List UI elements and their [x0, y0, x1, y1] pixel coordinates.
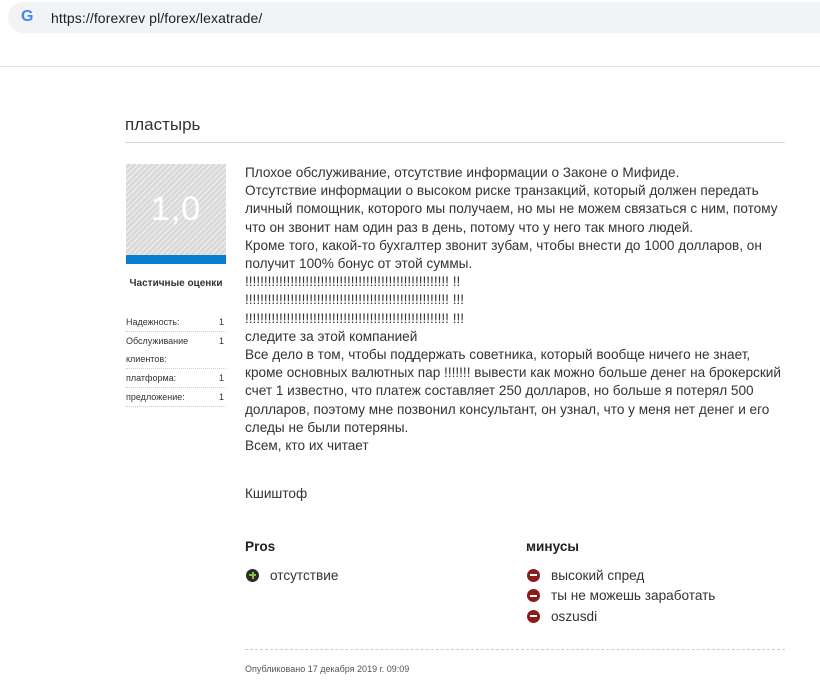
partial-scores-title: Частичные оценки: [129, 278, 223, 289]
score-label: Надежность:: [126, 317, 180, 327]
score-value: 1: [218, 373, 224, 383]
review-paragraph: !!!!!!!!!!!!!!!!!!!!!!!!!!!!!!!!!!!!!!!!…: [245, 292, 465, 308]
score-label: платформа:: [126, 373, 177, 383]
minus-circle-icon: [527, 609, 540, 623]
cons-item: ты не можешь заработать: [527, 586, 715, 607]
score-row: платформа: 1: [126, 369, 226, 388]
address-bar[interactable]: G https://forexrev pl/forex/lexatrade/: [8, 2, 820, 33]
google-g-icon: G: [21, 8, 34, 25]
header-divider: [0, 66, 820, 67]
pros-heading: Pros: [245, 539, 276, 554]
cons-item-label: oszusdi: [551, 608, 598, 624]
score-value: 1: [218, 336, 224, 346]
title-divider: [125, 142, 785, 143]
pros-item-label: отсутствие: [270, 567, 339, 583]
minus-circle-icon: [527, 589, 540, 603]
url-text[interactable]: https://forexrev pl/forex/lexatrade/: [51, 10, 262, 26]
score-value: 1: [218, 392, 224, 402]
review-paragraph: Плохое обслуживание, отсутствие информац…: [245, 165, 680, 180]
pros-list: отсутствие: [246, 565, 338, 586]
partial-scores-list: Надежность: 1 Обслуживание клиентов: 1 п…: [126, 313, 226, 407]
minus-circle-icon: [527, 568, 540, 582]
review-paragraph: следите за этой компанией: [245, 328, 418, 344]
review-paragraph: Отсутствие информации о высоком риске тр…: [245, 183, 778, 235]
score-label: Обслуживание клиентов:: [126, 336, 189, 364]
review-paragraph: Кроме того, какой-то бухгалтер звонит зу…: [245, 237, 762, 272]
cons-item: oszusdi: [527, 606, 715, 627]
cons-list: высокий спред ты не можешь заработать os…: [527, 565, 715, 627]
review-paragraph: !!!!!!!!!!!!!!!!!!!!!!!!!!!!!!!!!!!!!!!!…: [245, 274, 461, 290]
pros-item: отсутствие: [246, 565, 338, 586]
review-paragraph: !!!!!!!!!!!!!!!!!!!!!!!!!!!!!!!!!!!!!!!!…: [245, 310, 465, 326]
footer-divider: [245, 649, 785, 650]
review-author: Кшиштоф: [245, 486, 308, 501]
cons-item-label: ты не можешь заработать: [551, 588, 716, 604]
rating-value: 1,0: [150, 190, 202, 228]
score-row: Обслуживание клиентов: 1: [126, 332, 226, 369]
review-title: пластырь: [125, 115, 201, 134]
score-row: Надежность: 1: [126, 313, 226, 332]
score-value: 1: [218, 317, 224, 327]
review-body: Плохое обслуживание, отсутствие информац…: [245, 164, 790, 455]
cons-item-label: высокий спред: [551, 567, 645, 583]
rating-box: 1,0: [126, 164, 226, 264]
review-paragraph: Всем, кто их читает: [245, 438, 369, 454]
cons-item: высокий спред: [527, 565, 715, 586]
cons-heading: минусы: [526, 539, 580, 554]
score-label: предложение:: [126, 392, 185, 402]
plus-circle-icon: [246, 568, 259, 582]
review-paragraph: Все дело в том, чтобы поддержать советни…: [245, 347, 781, 435]
rating-bar: [126, 255, 226, 264]
published-date: Опубликовано 17 декабря 2019 г. 09:09: [245, 664, 410, 674]
score-row: предложение: 1: [126, 388, 226, 407]
